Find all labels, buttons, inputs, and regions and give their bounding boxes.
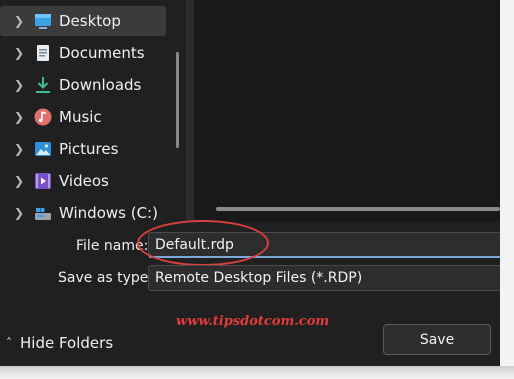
chevron-right-icon[interactable]: ❯	[13, 110, 25, 124]
file-list-horizontal-scrollbar[interactable]	[216, 207, 500, 211]
nav-item-label: Desktop	[59, 12, 121, 30]
nav-item-label: Downloads	[59, 76, 142, 94]
desktop-icon	[34, 12, 52, 30]
file-list-area[interactable]	[194, 0, 500, 222]
window-shadow	[0, 366, 514, 379]
nav-item-pictures[interactable]: ❯ Pictures	[0, 134, 166, 164]
nav-item-label: Videos	[59, 172, 109, 190]
chevron-right-icon[interactable]: ❯	[13, 46, 25, 60]
nav-item-music[interactable]: ❯ Music	[0, 102, 166, 132]
nav-item-videos[interactable]: ❯ Videos	[0, 166, 166, 196]
nav-item-windows-c[interactable]: ❯ Windows (C:)	[0, 198, 166, 228]
chevron-right-icon[interactable]: ❯	[13, 142, 25, 156]
videos-icon	[34, 172, 52, 190]
pictures-icon	[34, 140, 52, 158]
save-dialog: ❯ Desktop ❯ Documents ❯ Downloads ❯ Musi…	[0, 0, 500, 366]
documents-icon	[34, 44, 52, 62]
chevron-up-icon: ˄	[6, 336, 12, 350]
nav-item-label: Pictures	[59, 140, 119, 158]
nav-item-label: Documents	[59, 44, 145, 62]
nav-item-label: Windows (C:)	[59, 204, 158, 222]
highlight-annotation	[137, 220, 269, 266]
hide-folders-button[interactable]: ˄ Hide Folders	[6, 334, 113, 352]
nav-item-desktop[interactable]: ❯ Desktop	[0, 6, 166, 36]
chevron-right-icon[interactable]: ❯	[13, 78, 25, 92]
nav-item-downloads[interactable]: ❯ Downloads	[0, 70, 166, 100]
drive-icon	[34, 204, 52, 222]
savetype-select[interactable]: Remote Desktop Files (*.RDP)	[148, 265, 500, 291]
savetype-label: Save as type:	[58, 270, 154, 286]
nav-item-label: Music	[59, 108, 102, 126]
save-button[interactable]: Save	[383, 324, 491, 355]
nav-item-documents[interactable]: ❯ Documents	[0, 38, 166, 68]
chevron-right-icon[interactable]: ❯	[13, 206, 25, 220]
music-icon	[34, 108, 52, 126]
downloads-icon	[34, 76, 52, 94]
chevron-right-icon[interactable]: ❯	[13, 174, 25, 188]
chevron-right-icon[interactable]: ❯	[13, 14, 25, 28]
window-edge	[500, 0, 514, 379]
hide-folders-label: Hide Folders	[20, 334, 114, 352]
pane-divider[interactable]	[186, 0, 194, 222]
navigation-pane: ❯ Desktop ❯ Documents ❯ Downloads ❯ Musi…	[0, 0, 186, 222]
watermark-text: www.tipsdotcom.com	[176, 314, 330, 329]
nav-scrollbar[interactable]	[176, 52, 179, 148]
